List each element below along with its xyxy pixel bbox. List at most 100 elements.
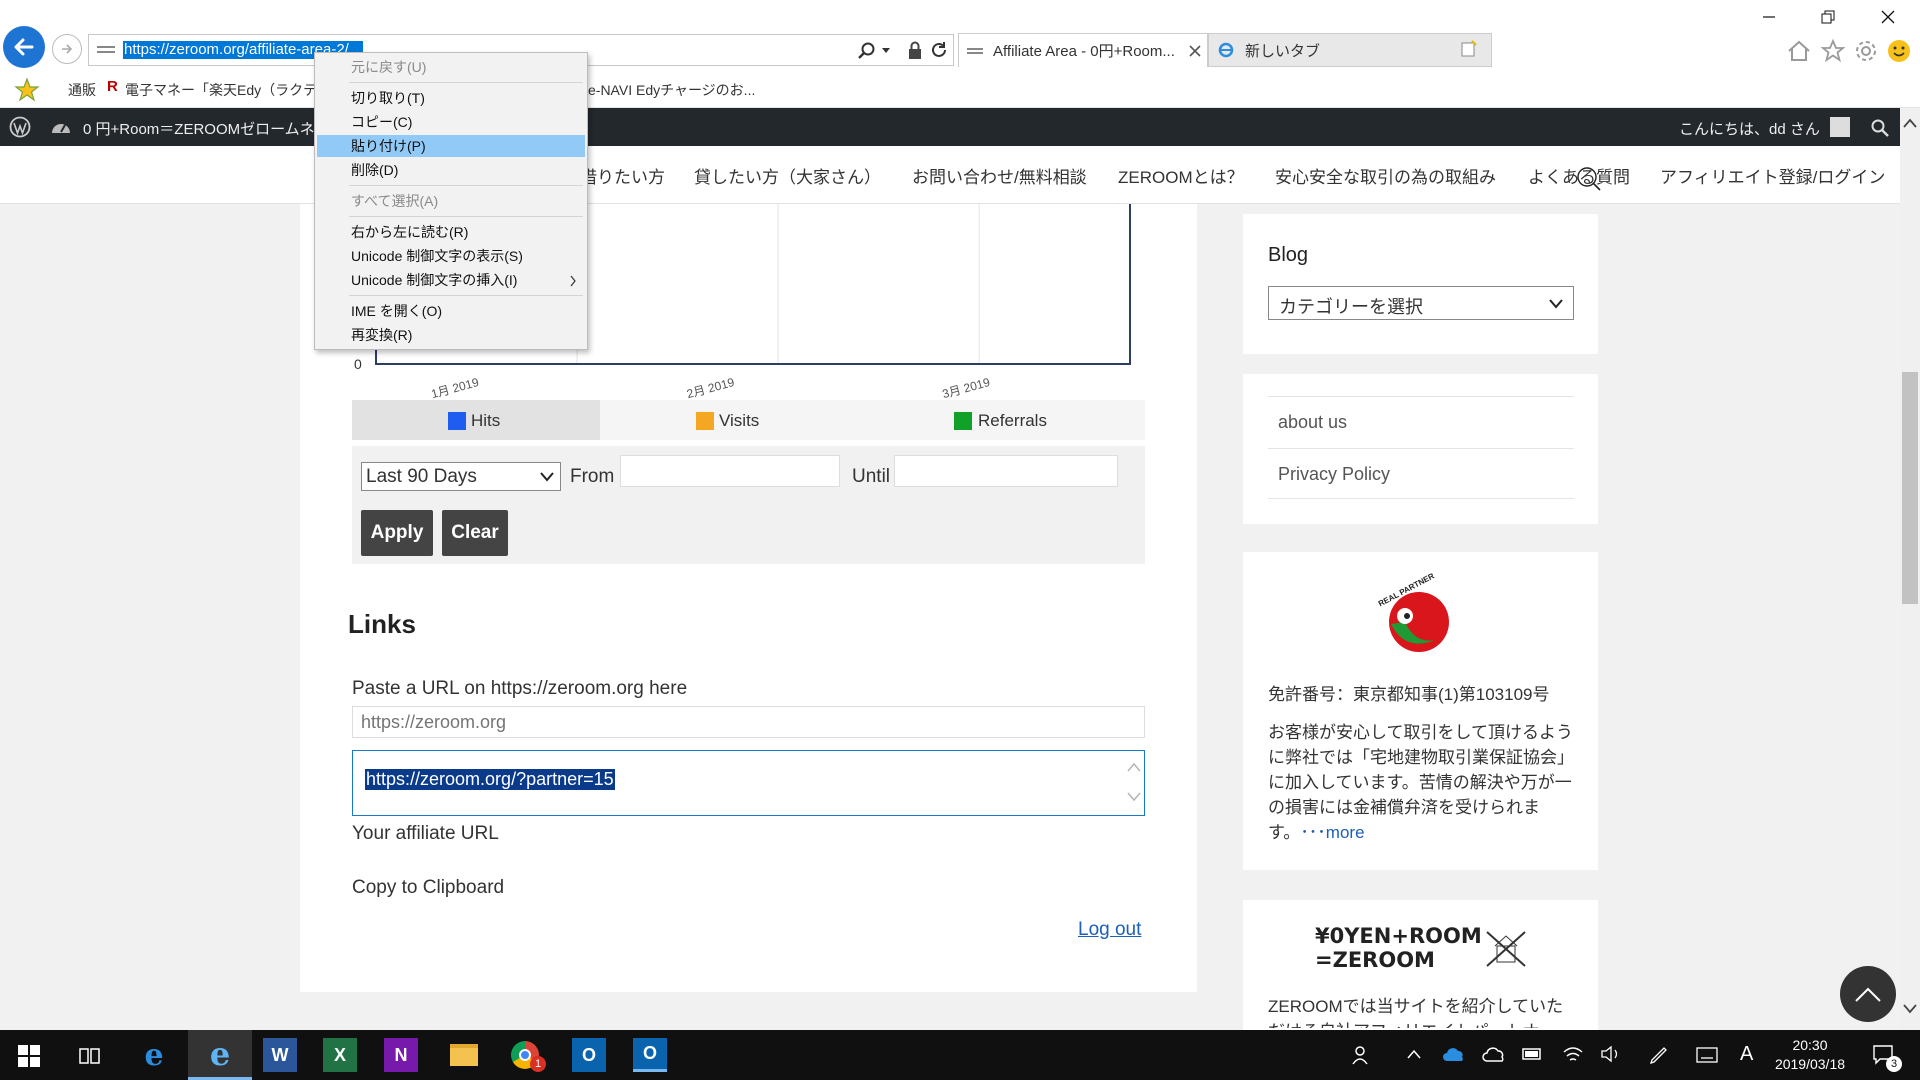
edge-icon[interactable]: e	[137, 1038, 171, 1073]
scroll-up-icon[interactable]	[1126, 761, 1142, 773]
restore-icon[interactable]	[1820, 9, 1836, 25]
menu-separator	[349, 216, 583, 217]
links-heading: Links	[348, 609, 416, 639]
windows-start-icon[interactable]	[18, 1045, 40, 1067]
wp-greeting[interactable]: こんにちは、dd さん	[1679, 118, 1820, 139]
legend-label-visits: Visits	[719, 411, 760, 430]
lock-icon[interactable]	[907, 40, 923, 60]
ime-indicator[interactable]: A	[1740, 1043, 1753, 1066]
paste-url-label: Paste a URL on https://zeroom.org here	[352, 678, 688, 699]
clock[interactable]: 20:30 2019/03/18	[1768, 1036, 1852, 1074]
affiliate-url-label: Your affiliate URL	[352, 823, 499, 844]
gear-icon[interactable]	[1853, 38, 1879, 64]
scroll-up-icon[interactable]	[1903, 118, 1917, 128]
windows-taskbar: e e W X N 1 O O A 20:30 2019/03/18 3	[0, 1030, 1920, 1080]
onedrive-icon[interactable]	[1442, 1046, 1466, 1062]
scroll-down-icon[interactable]	[1126, 791, 1142, 803]
dropdown-arrow-icon[interactable]	[881, 47, 891, 55]
outlook-icon-2[interactable]: O	[633, 1038, 667, 1072]
favorite-link-rakuten-edy[interactable]: 電子マネー「楽天Edy（ラクテ...	[125, 80, 329, 100]
tab-new-tab[interactable]: 新しいタブ	[1208, 33, 1492, 67]
close-tab-icon[interactable]	[1189, 45, 1201, 57]
menu-item-copy[interactable]: コピー(C)	[317, 111, 585, 133]
people-icon[interactable]	[1352, 1044, 1374, 1066]
favorite-link-enavi[interactable]: e-NAVI Edyチャージのお...	[588, 80, 755, 100]
divider	[1268, 498, 1574, 499]
favorites-bar-star-icon[interactable]	[14, 78, 40, 102]
until-date-input[interactable]	[894, 455, 1118, 487]
favorite-link-tsuhan[interactable]: 通販	[68, 80, 96, 100]
url-generator-input[interactable]	[352, 706, 1145, 738]
outlook-icon[interactable]: O	[572, 1038, 606, 1072]
ie-taskbar-icon[interactable]: e	[188, 1030, 252, 1080]
favorites-star-icon[interactable]	[1820, 38, 1846, 64]
menu-item-cut[interactable]: 切り取り(T)	[317, 87, 585, 109]
nav-item-affiliate-login[interactable]: アフィリエイト登録/ログイン	[1660, 163, 1885, 188]
scroll-down-icon[interactable]	[1903, 1004, 1917, 1014]
copy-to-clipboard[interactable]: Copy to Clipboard	[352, 877, 504, 899]
wordpress-icon[interactable]	[9, 116, 31, 138]
nav-item-lend[interactable]: 貸したい方（大家さん）	[694, 163, 881, 188]
sidebar-link-about[interactable]: about us	[1278, 412, 1347, 433]
new-tab-button[interactable]	[1460, 40, 1482, 60]
wifi-icon[interactable]	[1562, 1044, 1584, 1064]
page-scrollbar[interactable]	[1900, 108, 1920, 1030]
wp-site-title[interactable]: 0 円+Room＝ZEROOMゼロームネ	[83, 118, 315, 139]
clear-button[interactable]: Clear	[442, 510, 508, 556]
dashboard-icon[interactable]	[50, 117, 72, 137]
back-to-top-button[interactable]	[1840, 966, 1896, 1022]
from-date-input[interactable]	[620, 455, 840, 487]
scrollbar-thumb[interactable]	[1902, 372, 1918, 604]
cloud-sync-icon[interactable]	[1482, 1046, 1506, 1064]
affiliate-url-textarea[interactable]: https://zeroom.org/?partner=15	[352, 750, 1145, 816]
volume-icon[interactable]	[1600, 1044, 1622, 1064]
search-icon[interactable]	[857, 41, 877, 61]
chevron-up-icon[interactable]	[1406, 1048, 1422, 1060]
refresh-icon[interactable]	[929, 40, 949, 60]
back-button[interactable]	[3, 26, 45, 68]
nav-item-contact[interactable]: お問い合わせ/無料相談	[912, 163, 1087, 188]
nav-item-borrow[interactable]: 借りたい方	[580, 163, 665, 188]
category-select[interactable]: カテゴリーを選択	[1268, 286, 1574, 320]
excel-icon[interactable]: X	[323, 1038, 357, 1072]
affiliate-url-value[interactable]: https://zeroom.org/?partner=15	[365, 769, 615, 790]
chevron-down-icon	[1549, 299, 1563, 309]
menu-separator	[349, 82, 583, 83]
onenote-icon[interactable]: N	[384, 1038, 418, 1072]
legend-swatch-referrals	[954, 412, 972, 430]
x-tick-label: 1月 2019	[430, 375, 481, 401]
sidebar-link-privacy[interactable]: Privacy Policy	[1278, 464, 1390, 485]
menu-item-paste[interactable]: 貼り付け(P)	[317, 135, 585, 157]
menu-item-rtl[interactable]: 右から左に読む(R)	[317, 221, 585, 243]
menu-item-insert-unicode[interactable]: Unicode 制御文字の挿入(I)	[317, 269, 585, 291]
nav-item-about-zeroom[interactable]: ZEROOMとは？	[1118, 163, 1244, 188]
file-explorer-icon[interactable]	[447, 1038, 481, 1072]
battery-icon[interactable]	[1522, 1046, 1544, 1062]
arrow-left-icon	[14, 38, 34, 56]
task-view-icon[interactable]	[78, 1045, 102, 1067]
menu-item-open-ime[interactable]: IME を開く(O)	[317, 300, 585, 322]
home-icon[interactable]	[1786, 38, 1812, 64]
logout-link[interactable]: Log out	[1078, 919, 1141, 941]
more-link[interactable]: ･･･more	[1300, 823, 1364, 842]
menu-item-delete[interactable]: 削除(D)	[317, 159, 585, 181]
tab-affiliate-area[interactable]: Affiliate Area - 0円+Room...	[958, 33, 1208, 67]
y-tick-label: 0	[354, 356, 362, 372]
smiley-feedback-icon[interactable]	[1886, 38, 1912, 64]
wp-admin-bar: 0 円+Room＝ZEROOMゼロームネ こんにちは、dd さん	[0, 108, 1920, 146]
range-select[interactable]: Last 90 Days	[361, 462, 561, 491]
minimize-icon[interactable]	[1762, 10, 1776, 24]
wp-search-icon[interactable]	[1870, 118, 1890, 138]
apply-button[interactable]: Apply	[361, 510, 433, 556]
forward-button[interactable]	[52, 34, 82, 64]
nav-item-safety[interactable]: 安心安全な取引の為の取組み	[1275, 163, 1496, 188]
avatar[interactable]	[1830, 117, 1850, 137]
keyboard-icon[interactable]	[1696, 1046, 1718, 1064]
from-label: From	[570, 466, 615, 487]
pen-icon[interactable]	[1648, 1044, 1670, 1066]
menu-item-reconvert[interactable]: 再変換(R)	[317, 324, 585, 346]
menu-item-select-all: すべて選択(A)	[351, 193, 439, 209]
word-icon[interactable]: W	[263, 1038, 297, 1072]
close-window-icon[interactable]	[1880, 9, 1896, 25]
menu-item-show-unicode[interactable]: Unicode 制御文字の表示(S)	[317, 245, 585, 267]
